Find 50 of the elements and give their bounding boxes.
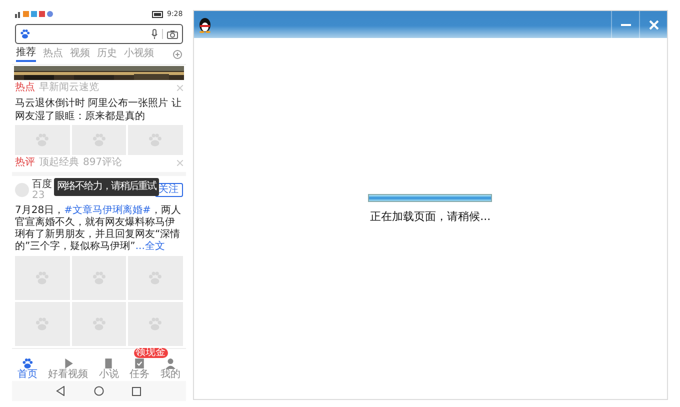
- image-placeholder: [15, 256, 70, 300]
- image-placeholder: [72, 302, 126, 346]
- feed-tab[interactable]: 视频: [70, 48, 90, 60]
- penguin-icon: [198, 16, 212, 32]
- image-placeholder: [15, 302, 70, 346]
- news-source: 早新闻云速览: [39, 82, 99, 93]
- nav-tab[interactable]: 好看视频: [48, 358, 88, 380]
- minimize-icon: [620, 24, 630, 26]
- image-placeholder: [72, 256, 126, 300]
- network-toast: 网络不给力，请稍后重试: [54, 178, 159, 196]
- battery-icon: [152, 10, 164, 18]
- person-icon: [164, 358, 176, 369]
- nav-tab[interactable]: 任务: [130, 358, 150, 380]
- news-headline[interactable]: 马云退休倒计时 阿里公布一张照片 让网友湿了眼眶：原来都是真的: [12, 95, 186, 125]
- post-text: 7月28日，#文章马伊琍离婚#，两人官宣离婚不久，就有网友爆料称马伊琍有了新男朋友，并且回复网友“深情的”三个字，疑似称马伊琍”...全文: [14, 204, 182, 254]
- feed-tab[interactable]: 小视频: [124, 48, 154, 60]
- nav-tab[interactable]: 首页: [17, 358, 38, 380]
- feed-tab[interactable]: 历史: [97, 48, 117, 60]
- author-name[interactable]: 百度: [32, 179, 52, 190]
- image-placeholder: [15, 125, 70, 155]
- microphone-icon[interactable]: [150, 29, 158, 39]
- paw-icon: [22, 358, 33, 369]
- home-icon[interactable]: [94, 386, 104, 396]
- checklist-icon: [134, 358, 146, 369]
- comment-source: 顶起经典: [39, 157, 79, 168]
- post-time: 23: [32, 190, 46, 201]
- recents-icon[interactable]: [132, 386, 142, 396]
- topic-link[interactable]: ...全文: [135, 241, 165, 252]
- image-placeholder: [128, 125, 183, 155]
- add-icon[interactable]: [172, 50, 182, 58]
- nav-tab[interactable]: 我的: [160, 358, 180, 380]
- image-placeholder: [72, 125, 126, 155]
- camera-icon[interactable]: [166, 30, 178, 38]
- search-field[interactable]: [15, 24, 183, 44]
- feed-tab[interactable]: 热点: [43, 48, 63, 60]
- close-icon: [648, 20, 658, 30]
- back-icon[interactable]: [56, 386, 66, 396]
- topic-link[interactable]: #文章马伊琍离婚#: [64, 205, 151, 216]
- feed-tab[interactable]: 推荐: [16, 46, 36, 62]
- news-tag: 热点: [15, 82, 35, 93]
- comment-tag: 热评: [15, 157, 35, 168]
- book-icon: [103, 358, 114, 369]
- paw-icon: [20, 29, 30, 39]
- image-placeholder: [128, 302, 183, 346]
- nav-tab[interactable]: 小说: [98, 358, 119, 380]
- comment-count: 897评论: [83, 157, 122, 168]
- image-placeholder: [128, 256, 183, 300]
- loading-message: 正在加载页面，请稍候...: [370, 208, 491, 224]
- status-icons: [15, 10, 55, 18]
- play-icon: [62, 358, 74, 369]
